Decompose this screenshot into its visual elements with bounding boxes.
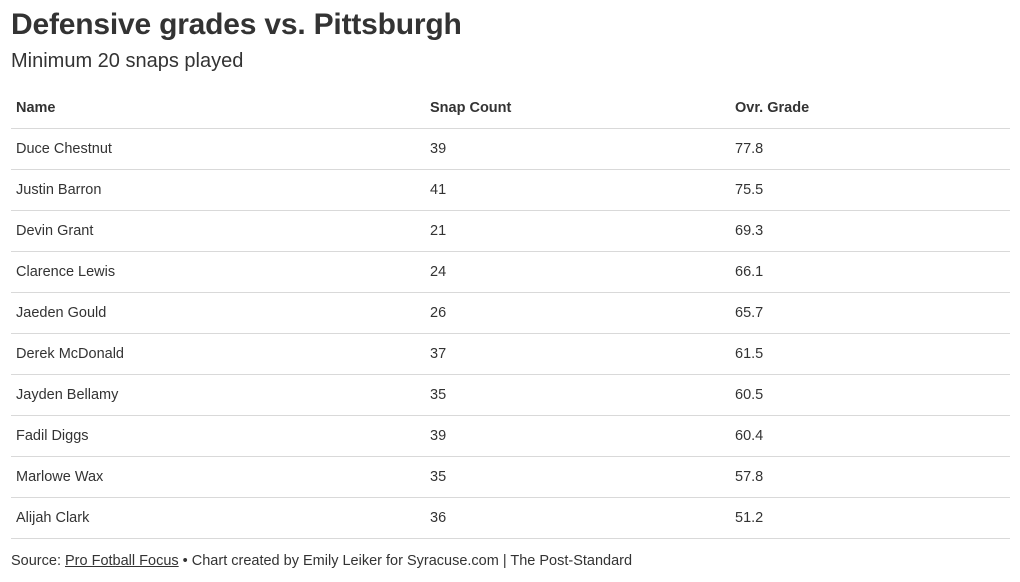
chart-subtitle: Minimum 20 snaps played xyxy=(11,50,244,72)
column-header-ovr-grade[interactable]: Ovr. Grade xyxy=(730,88,1010,129)
cell-ovr-grade: 66.1 xyxy=(730,251,1010,293)
cell-name: Jayden Bellamy xyxy=(11,374,425,416)
cell-snap-count: 21 xyxy=(425,210,730,252)
table-row: Derek McDonald 37 61.5 xyxy=(11,333,1010,375)
cell-name: Devin Grant xyxy=(11,210,425,252)
cell-ovr-grade: 77.8 xyxy=(730,128,1010,170)
cell-name: Fadil Diggs xyxy=(11,415,425,457)
cell-ovr-grade: 60.5 xyxy=(730,374,1010,416)
cell-snap-count: 36 xyxy=(425,497,730,539)
cell-snap-count: 39 xyxy=(425,128,730,170)
cell-ovr-grade: 65.7 xyxy=(730,292,1010,334)
cell-name: Derek McDonald xyxy=(11,333,425,375)
cell-name: Alijah Clark xyxy=(11,497,425,539)
cell-ovr-grade: 60.4 xyxy=(730,415,1010,457)
chart-title: Defensive grades vs. Pittsburgh xyxy=(11,8,462,41)
column-header-snap-count[interactable]: Snap Count xyxy=(425,88,730,129)
cell-name: Justin Barron xyxy=(11,169,425,211)
cell-ovr-grade: 51.2 xyxy=(730,497,1010,539)
cell-ovr-grade: 57.8 xyxy=(730,456,1010,498)
table-row: Devin Grant 21 69.3 xyxy=(11,210,1010,252)
cell-ovr-grade: 75.5 xyxy=(730,169,1010,211)
cell-snap-count: 26 xyxy=(425,292,730,334)
table-row: Justin Barron 41 75.5 xyxy=(11,169,1010,211)
source-link[interactable]: Pro Fotball Focus xyxy=(65,553,179,569)
grades-table: Name Snap Count Ovr. Grade Duce Chestnut… xyxy=(11,88,1010,539)
table-row: Alijah Clark 36 51.2 xyxy=(11,497,1010,539)
cell-ovr-grade: 69.3 xyxy=(730,210,1010,252)
cell-snap-count: 35 xyxy=(425,374,730,416)
cell-name: Jaeden Gould xyxy=(11,292,425,334)
cell-snap-count: 39 xyxy=(425,415,730,457)
table-row: Clarence Lewis 24 66.1 xyxy=(11,251,1010,293)
cell-name: Clarence Lewis xyxy=(11,251,425,293)
cell-snap-count: 37 xyxy=(425,333,730,375)
cell-name: Marlowe Wax xyxy=(11,456,425,498)
table-header-row: Name Snap Count Ovr. Grade xyxy=(11,88,1010,129)
cell-ovr-grade: 61.5 xyxy=(730,333,1010,375)
cell-snap-count: 24 xyxy=(425,251,730,293)
table-row: Marlowe Wax 35 57.8 xyxy=(11,456,1010,498)
cell-snap-count: 41 xyxy=(425,169,730,211)
table-row: Jaeden Gould 26 65.7 xyxy=(11,292,1010,334)
credit-text: • Chart created by Emily Leiker for Syra… xyxy=(178,553,633,569)
column-header-name[interactable]: Name xyxy=(11,88,425,129)
cell-name: Duce Chestnut xyxy=(11,128,425,170)
table-row: Duce Chestnut 39 77.8 xyxy=(11,128,1010,170)
source-footer: Source: Pro Fotball Focus • Chart create… xyxy=(11,553,632,569)
table-row: Jayden Bellamy 35 60.5 xyxy=(11,374,1010,416)
table-body: Duce Chestnut 39 77.8 Justin Barron 41 75.5 De… xyxy=(11,128,1010,539)
source-prefix: Source: xyxy=(11,553,65,569)
cell-snap-count: 35 xyxy=(425,456,730,498)
table-row: Fadil Diggs 39 60.4 xyxy=(11,415,1010,457)
